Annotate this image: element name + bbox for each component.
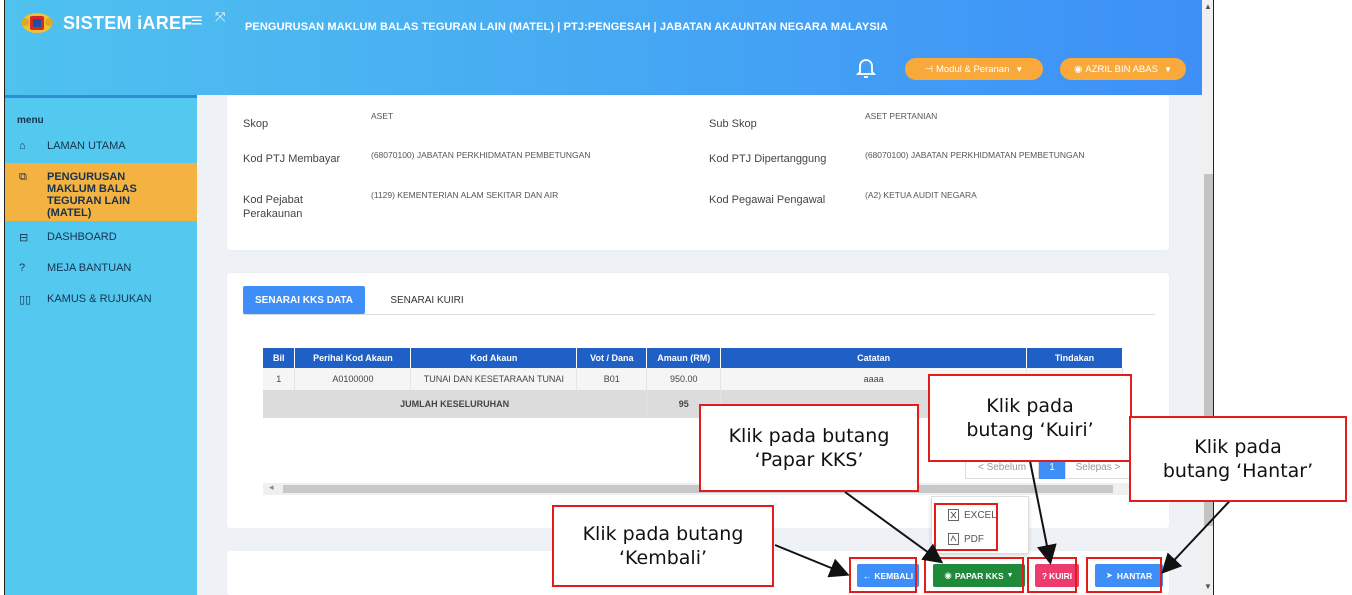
user-name: AZRIL BIN ABAS [1085, 63, 1158, 75]
page-header: PENGURUSAN MAKLUM BALAS TEGURAN LAIN (MA… [245, 21, 888, 33]
vertical-scrollbar[interactable]: ▲ ▼ [1202, 0, 1213, 595]
sidebar-item-laman-utama[interactable]: ⌂ LAMAN UTAMA [5, 140, 197, 158]
sidebar-item-kamus-rujukan[interactable]: ▯▯ KAMUS & RUJUKAN [5, 293, 197, 311]
tab-divider [243, 314, 1155, 315]
pegawai-pengawal-value: (A2) KETUA AUDIT NEGARA [865, 190, 977, 200]
column-header: Kod Akaun [410, 348, 578, 368]
table-cell: A0100000 [294, 368, 412, 390]
sidebar-item-meja-bantuan[interactable]: ? MEJA BANTUAN [5, 262, 197, 280]
callout-papar-kks: Klik pada butang ‘Papar KKS’ [699, 404, 919, 492]
home-icon: ⌂ [19, 140, 26, 152]
pejabat-perakaunan-label-2: Perakaunan [243, 208, 303, 220]
caret-down-icon: ▼ [1163, 64, 1172, 74]
pejabat-perakaunan-value: (1129) KEMENTERIAN ALAM SEKITAR DAN AIR [371, 190, 559, 200]
ptj-membayar-label: Kod PTJ Membayar [243, 153, 341, 165]
skop-value: ASET [371, 111, 394, 121]
user-menu-button[interactable]: ◉ AZRIL BIN ABAS ▼ [1060, 58, 1186, 80]
total-label: JUMLAH KESELURUHAN [263, 390, 648, 418]
skop-label: Skop [243, 118, 269, 130]
sidebar-item-label: MEJA BANTUAN [47, 262, 132, 274]
column-header: Perihal Kod Akaun [294, 348, 412, 368]
callout-line: Klik pada butang [728, 425, 890, 447]
callout-line: Klik pada butang [582, 523, 744, 545]
ptj-membayar-value: (68070100) JABATAN PERKHIDMATAN PEMBETUN… [371, 150, 591, 160]
scroll-thumb[interactable] [283, 485, 1113, 493]
expand-icon[interactable]: ⤧ [215, 9, 225, 25]
sidebar-heading: menu [17, 115, 44, 126]
callout-line: Klik pada [1194, 436, 1282, 458]
callout-kembali: Klik pada butang ‘Kembali’ [552, 505, 774, 587]
question-icon: ? [19, 262, 26, 274]
ptj-dipertanggung-label: Kod PTJ Dipertanggung [709, 153, 827, 165]
callout-kuiri: Klik pada butang ‘Kuiri’ [928, 374, 1132, 462]
column-header: Catatan [720, 348, 1027, 368]
subskop-value: ASET PERTANIAN [865, 111, 938, 121]
modul-peranan-label: Modul & Peranan [935, 63, 1010, 75]
modul-peranan-button[interactable]: ⊣ Modul & Peranan ▼ [905, 58, 1043, 80]
highlight-kembali [849, 557, 917, 593]
sidebar-item-matel[interactable]: ⧉ PENGURUSAN MAKLUM BALAS TEGURAN LAIN (… [5, 163, 197, 221]
highlight-hantar [1086, 557, 1162, 593]
sidebar-item-dashboard[interactable]: ⊟ DASHBOARD [5, 231, 197, 249]
hamburger-icon[interactable]: ≡ [191, 10, 203, 33]
scroll-left-icon[interactable]: ◂ [269, 482, 274, 493]
callout-line: butang ‘Hantar’ [1162, 460, 1314, 482]
highlight-papar [924, 557, 1024, 593]
callout-hantar: Klik pada butang ‘Hantar’ [1129, 416, 1347, 502]
top-bar: SISTEM iAREF ≡ ⤧ PENGURUSAN MAKLUM BALAS… [5, 0, 1213, 95]
sidebar-item-label: LAMAN UTAMA [47, 140, 126, 152]
scroll-up-icon[interactable]: ▲ [1204, 2, 1212, 11]
table-cell: 1 [263, 368, 296, 390]
callout-line: ‘Papar KKS’ [754, 449, 864, 471]
flag-icon: ⊣ [924, 63, 933, 75]
column-header: Vot / Dana [576, 348, 648, 368]
highlight-kuiri [1027, 557, 1077, 593]
caret-down-icon: ▼ [1015, 64, 1024, 74]
tab-senarai-kks-data[interactable]: SENARAI KKS DATA [243, 286, 365, 314]
tab-senarai-kuiri[interactable]: SENARAI KUIRI [377, 286, 477, 314]
pegawai-pengawal-label: Kod Pegawai Pengawal [709, 194, 826, 206]
subskop-label: Sub Skop [709, 118, 757, 130]
scroll-down-icon[interactable]: ▼ [1204, 582, 1212, 591]
callout-line: butang ‘Kuiri’ [966, 419, 1094, 441]
table-cell: B01 [576, 368, 648, 390]
dashboard-icon: ⊟ [19, 232, 29, 244]
user-icon: ◉ [1074, 63, 1083, 75]
sidebar-item-label: DASHBOARD [47, 231, 117, 243]
copy-icon: ⧉ [19, 171, 27, 183]
info-card [227, 95, 1169, 250]
horizontal-scrollbar[interactable]: ◂ ▸ [263, 482, 1135, 495]
crest-logo-icon [21, 13, 53, 33]
callout-line: ‘Kembali’ [618, 547, 708, 569]
column-header: Tindakan [1026, 348, 1124, 368]
sidebar-item-label: KAMUS & RUJUKAN [47, 293, 152, 305]
callout-line: Klik pada [986, 395, 1074, 417]
bell-icon[interactable] [856, 57, 876, 79]
sidebar-item-label: PENGURUSAN MAKLUM BALAS TEGURAN LAIN (MA… [47, 171, 137, 219]
table-cell: TUNAI DAN KESETARAAN TUNAI [410, 368, 578, 390]
column-header: Bil [263, 348, 296, 368]
highlight-dropdown [934, 503, 998, 551]
table-header-row: Bil Perihal Kod Akaun Kod Akaun Vot / Da… [263, 348, 1124, 368]
book-icon: ▯▯ [19, 294, 32, 306]
table-cell: 950.00 [646, 368, 722, 390]
ptj-dipertanggung-value: (68070100) JABATAN PERKHIDMATAN PEMBETUN… [865, 150, 1085, 160]
column-header: Amaun (RM) [646, 348, 722, 368]
pejabat-perakaunan-label-1: Kod Pejabat [243, 194, 303, 206]
app-title: SISTEM iAREF [63, 13, 193, 33]
